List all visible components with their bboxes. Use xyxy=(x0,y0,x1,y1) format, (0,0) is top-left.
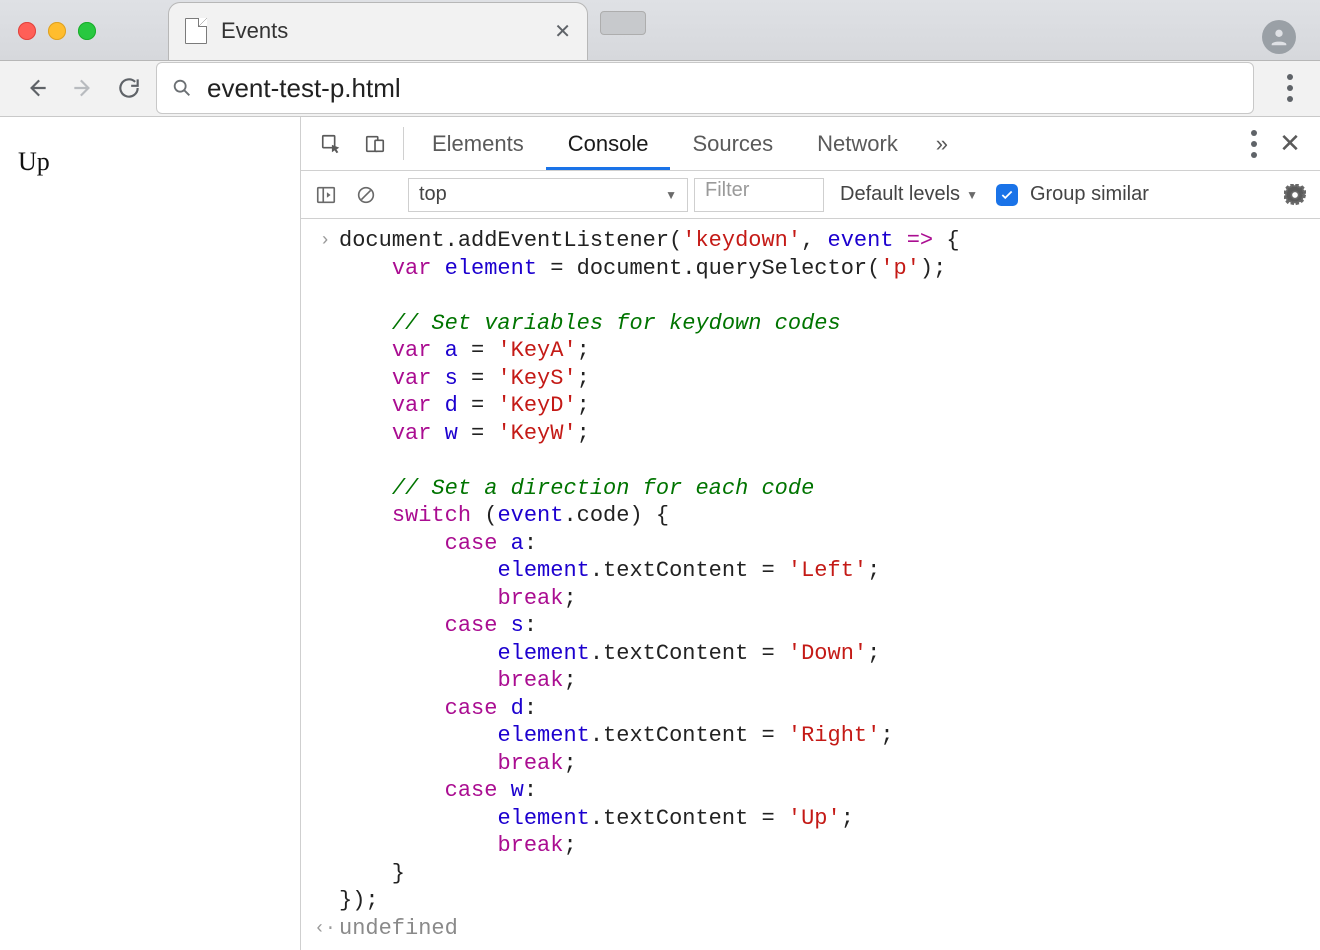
browser-tab[interactable]: Events ✕ xyxy=(168,2,588,60)
context-value: top xyxy=(419,183,447,206)
device-toolbar-icon[interactable] xyxy=(353,117,397,170)
back-button[interactable] xyxy=(18,69,56,107)
devtools-tabstrip: Elements Console Sources Network » ✕ xyxy=(301,117,1320,171)
forward-button[interactable] xyxy=(64,69,102,107)
browser-toolbar: event-test-p.html xyxy=(0,61,1320,117)
context-selector[interactable]: top ▼ xyxy=(408,178,688,212)
browser-titlebar: Events ✕ xyxy=(0,0,1320,61)
tab-elements[interactable]: Elements xyxy=(410,117,546,170)
return-icon: ‹· xyxy=(311,915,339,943)
window-controls xyxy=(18,22,96,40)
log-levels-selector[interactable]: Default levels ▼ xyxy=(840,183,978,206)
file-icon xyxy=(185,18,207,44)
tab-close-icon[interactable]: ✕ xyxy=(554,19,571,44)
console-return-value: undefined xyxy=(339,915,458,943)
page-viewport[interactable]: Up xyxy=(0,117,300,950)
levels-label: Default levels xyxy=(840,183,960,206)
filter-placeholder: Filter xyxy=(705,179,749,201)
console-settings-icon[interactable] xyxy=(1278,184,1312,206)
console-input-row: › document.addEventListener('keydown', e… xyxy=(301,227,1320,915)
group-similar-label: Group similar xyxy=(1030,183,1149,206)
devtools-menu-button[interactable] xyxy=(1240,125,1268,163)
chevron-down-icon: ▼ xyxy=(966,188,978,202)
browser-menu-button[interactable] xyxy=(1276,69,1304,107)
filter-input[interactable]: Filter xyxy=(694,178,824,212)
window-close-button[interactable] xyxy=(18,22,36,40)
console-sidebar-toggle-icon[interactable] xyxy=(309,184,343,206)
tab-network[interactable]: Network xyxy=(795,117,920,170)
window-minimize-button[interactable] xyxy=(48,22,66,40)
tabs-overflow-icon[interactable]: » xyxy=(920,117,964,170)
group-similar-checkbox[interactable] xyxy=(996,184,1018,206)
address-bar[interactable]: event-test-p.html xyxy=(156,62,1254,114)
window-maximize-button[interactable] xyxy=(78,22,96,40)
tab-title: Events xyxy=(221,18,554,44)
prompt-icon: › xyxy=(311,227,339,915)
search-icon xyxy=(171,77,193,99)
new-tab-button[interactable] xyxy=(600,11,646,35)
console-output[interactable]: › document.addEventListener('keydown', e… xyxy=(301,219,1320,950)
reload-button[interactable] xyxy=(110,69,148,107)
console-return-row: ‹· undefined xyxy=(301,915,1320,943)
inspect-element-icon[interactable] xyxy=(309,117,353,170)
devtools-close-button[interactable]: ✕ xyxy=(1268,128,1312,159)
devtools-panel: Elements Console Sources Network » ✕ xyxy=(300,117,1320,950)
chevron-down-icon: ▼ xyxy=(665,188,677,202)
console-code: document.addEventListener('keydown', eve… xyxy=(339,227,960,915)
tab-console[interactable]: Console xyxy=(546,117,671,170)
page-paragraph: Up xyxy=(18,147,282,177)
console-toolbar: top ▼ Filter Default levels ▼ Group simi… xyxy=(301,171,1320,219)
address-text: event-test-p.html xyxy=(207,73,401,104)
clear-console-icon[interactable] xyxy=(349,184,383,206)
tab-sources[interactable]: Sources xyxy=(670,117,795,170)
profile-avatar[interactable] xyxy=(1262,20,1296,54)
